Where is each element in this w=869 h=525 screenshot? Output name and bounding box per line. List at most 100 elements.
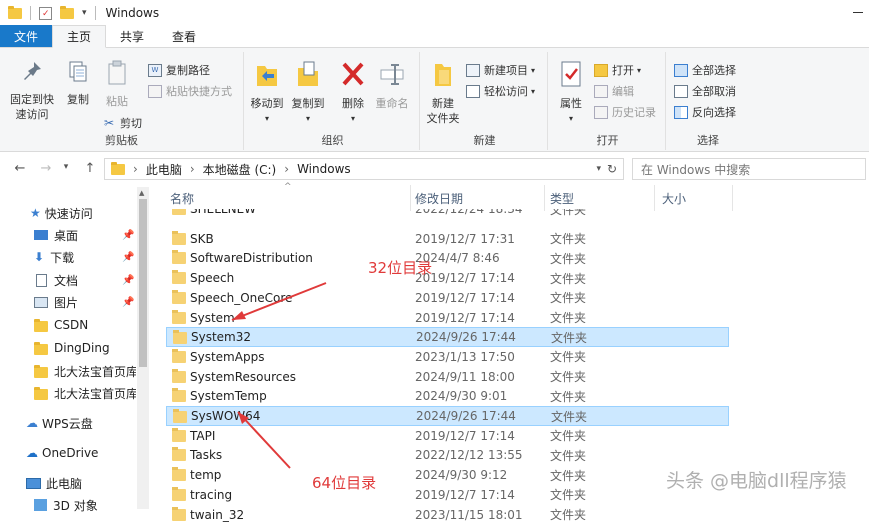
table-row[interactable]: SystemTemp 2024/9/30 9:01 文件夹 <box>166 386 729 406</box>
file-type: 文件夹 <box>550 389 587 404</box>
download-icon: ⬇ <box>34 250 45 264</box>
tab-share[interactable]: 共享 <box>106 25 158 47</box>
sidebar-item-pkulaw-2[interactable]: 北大法宝首页库: <box>34 382 136 404</box>
properties-quick-icon[interactable]: ✓ <box>39 6 52 20</box>
copy-path-label: 复制路径 <box>166 64 210 77</box>
table-row[interactable]: TAPI 2019/12/7 17:14 文件夹 <box>166 426 729 446</box>
forward-button[interactable]: → <box>36 161 56 176</box>
easy-access-button[interactable]: 轻松访问 ▾ <box>466 83 535 99</box>
sidebar-item-label: 图片 <box>54 295 79 310</box>
table-row[interactable]: SystemResources 2024/9/11 18:00 文件夹 <box>166 367 729 387</box>
copy-path-button[interactable]: W 复制路径 <box>148 62 210 78</box>
recent-dropdown-icon[interactable]: ▾ <box>56 162 76 172</box>
tab-view[interactable]: 查看 <box>158 25 210 47</box>
select-all-button[interactable]: 全部选择 <box>674 62 736 78</box>
table-row[interactable]: System32 2024/9/26 17:44 文件夹 <box>166 327 729 348</box>
sidebar-item-desktop[interactable]: 桌面 📌 <box>34 224 144 246</box>
sidebar-item-downloads[interactable]: ⬇ 下载 📌 <box>34 246 144 268</box>
sidebar-item-3d-objects[interactable]: 3D 对象 <box>34 494 98 516</box>
column-header-date[interactable]: 修改日期 <box>415 185 545 211</box>
tab-home[interactable]: 主页 <box>52 25 107 48</box>
file-date: 2019/12/7 17:14 <box>415 310 515 325</box>
copy-button[interactable]: 复制 <box>62 60 94 107</box>
delete-icon <box>342 62 364 86</box>
paste-shortcut-button[interactable]: 粘贴快捷方式 <box>148 83 232 99</box>
edit-button[interactable]: 编辑 <box>594 83 634 99</box>
minimize-button[interactable] <box>853 12 863 13</box>
file-type: 文件夹 <box>551 409 588 424</box>
sidebar-item-dingding[interactable]: DingDing <box>34 337 110 359</box>
pin-quick-access-button[interactable]: 固定到快 速访问 <box>6 60 58 122</box>
table-row[interactable]: SystemApps 2023/1/13 17:50 文件夹 <box>166 347 729 367</box>
new-folder-label-2: 文件夹 <box>426 112 460 125</box>
properties-label: 属性 <box>560 97 582 110</box>
sidebar-item-documents[interactable]: 文档 📌 <box>34 269 144 291</box>
sidebar-item-this-pc[interactable]: 此电脑 <box>26 472 82 494</box>
refresh-icon[interactable]: ↻ <box>607 162 617 176</box>
new-item-button[interactable]: 新建项目 ▾ <box>466 62 535 78</box>
table-row[interactable]: tracing 2019/12/7 17:14 文件夹 <box>166 485 729 505</box>
select-none-button[interactable]: 全部取消 <box>674 83 736 99</box>
navigation-pane: ★ 快速访问 桌面 📌 ⬇ 下载 📌 文档 📌 图片 📌 CSDN DingDi… <box>0 185 150 513</box>
table-row[interactable]: SKB 2019/12/7 17:31 文件夹 <box>166 229 729 249</box>
table-row[interactable]: twain_32 2023/11/15 18:01 文件夹 <box>166 505 729 525</box>
column-header-label: 名称 <box>170 191 195 206</box>
column-header-type[interactable]: 类型 <box>550 185 650 211</box>
sidebar-item-onedrive[interactable]: ☁ OneDrive <box>26 442 98 464</box>
cut-button[interactable]: ✂ 剪切 <box>102 115 142 131</box>
sidebar-item-quick-access[interactable]: ★ 快速访问 <box>30 202 93 224</box>
properties-button[interactable]: 属性 ▾ <box>554 60 588 126</box>
sidebar-item-label: 快速访问 <box>44 206 93 221</box>
open-button[interactable]: 打开 ▾ <box>594 62 641 78</box>
address-bar[interactable]: › 此电脑 › 本地磁盘 (C:) › Windows ▾ ↻ <box>104 158 624 180</box>
chevron-down-icon: ▾ <box>568 114 573 123</box>
breadcrumb-this-pc[interactable]: 此电脑 <box>146 161 182 178</box>
column-header-name[interactable]: 名称 <box>170 185 410 211</box>
table-row[interactable]: temp 2024/9/30 9:12 文件夹 <box>166 465 729 485</box>
breadcrumb-local-disk[interactable]: 本地磁盘 (C:) <box>203 161 277 178</box>
scroll-up-icon[interactable]: ▲ <box>139 189 144 197</box>
search-input[interactable]: 在 Windows 中搜索 <box>632 158 866 180</box>
invert-selection-button[interactable]: 反向选择 <box>674 104 736 120</box>
paste-button[interactable]: 粘贴 <box>100 60 134 109</box>
file-date: 2024/9/26 17:44 <box>416 330 516 345</box>
folder-icon <box>34 318 48 332</box>
move-to-label: 移动到 <box>250 97 284 110</box>
tab-file[interactable]: 文件 <box>0 25 53 47</box>
file-list: ^ 名称 修改日期 类型 大小 SHELLNEW 2022/12/24 18:34… <box>160 182 869 522</box>
new-folder-button[interactable]: 新建 文件夹 <box>424 60 462 126</box>
sidebar-scrollbar[interactable]: ▲ <box>137 187 149 509</box>
table-row[interactable]: SoftwareDistribution 2024/4/7 8:46 文件夹 <box>166 248 729 268</box>
move-to-button[interactable]: 移动到 ▾ <box>248 60 286 126</box>
folder-icon <box>172 506 186 521</box>
scrollbar-thumb[interactable] <box>139 199 147 367</box>
sidebar-item-label: OneDrive <box>42 446 99 460</box>
table-row[interactable]: SysWOW64 2024/9/26 17:44 文件夹 <box>166 406 729 426</box>
chevron-down-icon[interactable]: ▾ <box>82 8 87 18</box>
table-row[interactable]: Speech_OneCore 2019/12/7 17:14 文件夹 <box>166 288 729 308</box>
sidebar-item-pictures[interactable]: 图片 📌 <box>34 291 144 313</box>
sidebar-item-csdn[interactable]: CSDN <box>34 314 88 336</box>
rename-label: 重命名 <box>375 97 409 110</box>
computer-icon <box>26 477 41 489</box>
copy-to-button[interactable]: 复制到 ▾ <box>288 60 328 126</box>
chevron-down-icon[interactable]: ▾ <box>596 164 601 174</box>
rename-button[interactable]: 重命名 <box>372 60 412 111</box>
table-row[interactable]: Speech 2019/12/7 17:14 文件夹 <box>166 268 729 288</box>
column-header-size[interactable]: 大小 <box>662 185 732 211</box>
new-folder-quick-icon[interactable] <box>60 5 74 19</box>
breadcrumb-windows[interactable]: Windows <box>297 162 351 176</box>
table-row[interactable]: Tasks 2022/12/12 13:55 文件夹 <box>166 445 729 465</box>
file-type: 文件夹 <box>550 468 587 483</box>
paste-label: 粘贴 <box>106 95 128 108</box>
up-button[interactable]: ↑ <box>80 161 100 176</box>
invert-selection-label: 反向选择 <box>692 106 736 119</box>
sidebar-item-wps-cloud[interactable]: ☁ WPS云盘 <box>26 412 93 434</box>
title-bar: ✓ ▾ Windows <box>0 0 869 26</box>
delete-button[interactable]: 删除 ▾ <box>336 60 370 126</box>
file-name: Tasks <box>190 448 223 463</box>
back-button[interactable]: ← <box>10 161 30 176</box>
sidebar-item-pkulaw-1[interactable]: 北大法宝首页库: <box>34 360 136 382</box>
table-row[interactable]: System 2019/12/7 17:14 文件夹 <box>166 308 729 328</box>
history-button[interactable]: 历史记录 <box>594 104 656 120</box>
